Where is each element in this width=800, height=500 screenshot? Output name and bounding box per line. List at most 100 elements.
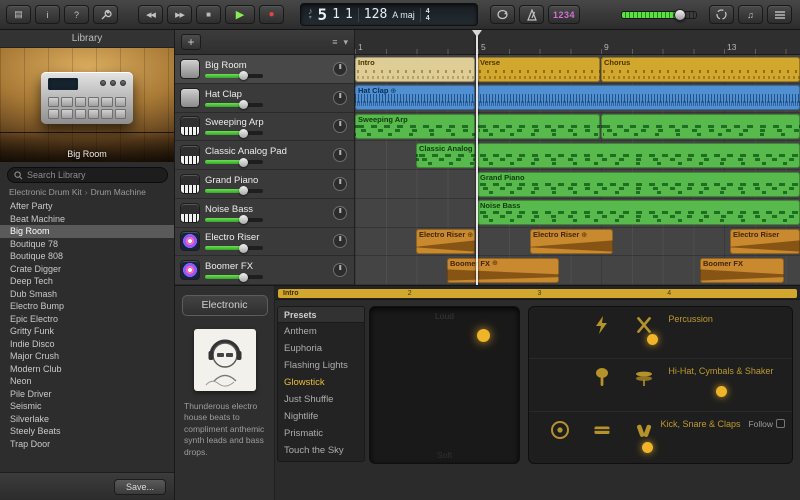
list-item[interactable]: Deep Tech [0, 275, 174, 288]
list-item[interactable]: After Party [0, 200, 174, 213]
rewind-button[interactable]: ◀◀ [138, 5, 163, 24]
midi-region[interactable]: Noise Bass [477, 200, 800, 226]
list-item[interactable]: Dub Smash [0, 288, 174, 301]
track-volume-slider[interactable] [205, 157, 263, 167]
track-header[interactable]: Big Room [175, 55, 354, 84]
list-item[interactable]: Modern Club [0, 363, 174, 376]
list-view-button[interactable] [767, 5, 792, 24]
preset-item[interactable]: Nightlife [278, 408, 364, 425]
audio-region[interactable]: Boomer FX [700, 257, 784, 283]
library-toggle-button[interactable]: ▤ [6, 5, 31, 24]
forward-button[interactable]: ▶▶ [167, 5, 192, 24]
audio-region[interactable]: Electro Riser ⊕ [416, 229, 475, 254]
list-item[interactable]: Gritty Funk [0, 325, 174, 338]
lcd-display[interactable]: ♪ ▾ 5 1 1 128 A maj 4 4 [300, 3, 478, 26]
lcd-time-signature[interactable]: 4 4 [426, 8, 430, 22]
preset-item[interactable]: Euphoria [278, 340, 364, 357]
track-pan-knob[interactable] [333, 205, 347, 220]
stop-button[interactable]: ■ [196, 5, 221, 24]
drummer-region[interactable]: Verse [477, 56, 600, 82]
kick-drum-icon[interactable] [550, 420, 570, 440]
search-field[interactable] [7, 167, 168, 183]
audio-region[interactable]: Electro Riser [730, 229, 800, 254]
list-item[interactable]: Trap Door [0, 438, 174, 451]
track-pan-knob[interactable] [333, 148, 347, 163]
lcd-tempo[interactable]: 128 [364, 7, 387, 22]
slider-thumb[interactable] [238, 157, 248, 167]
loop-browser-button[interactable] [709, 5, 734, 24]
list-item[interactable]: Silverlake [0, 413, 174, 426]
audio-region[interactable]: Boomer FX ⊕ [447, 257, 559, 283]
tools-button[interactable] [93, 5, 118, 24]
audio-region[interactable] [477, 85, 800, 111]
cycle-button[interactable] [490, 5, 515, 24]
track-header[interactable]: Noise Bass [175, 198, 354, 228]
track-volume-slider[interactable] [205, 128, 263, 138]
record-button[interactable]: ● [259, 5, 284, 24]
volume-meter[interactable] [621, 8, 697, 21]
list-item[interactable]: Epic Electro [0, 313, 174, 326]
list-item[interactable]: Boutique 808 [0, 250, 174, 263]
list-item[interactable]: Indie Disco [0, 338, 174, 351]
slider-thumb[interactable] [238, 215, 248, 225]
add-track-button[interactable]: + [181, 34, 201, 50]
track-pan-knob[interactable] [333, 176, 347, 191]
search-input[interactable] [27, 170, 161, 180]
follow-control[interactable]: Follow [748, 419, 785, 429]
list-item[interactable]: Electro Bump [0, 300, 174, 313]
list-item[interactable]: Seismic [0, 400, 174, 413]
snare-drum-icon[interactable] [592, 420, 612, 440]
media-browser-button[interactable]: ♫ [738, 5, 763, 24]
slider-thumb[interactable] [238, 186, 248, 196]
editor-ruler[interactable]: Intro 2 3 4 [275, 286, 800, 300]
lcd-mode-selector[interactable]: ♪ ▾ [308, 6, 313, 22]
lightning-icon[interactable] [592, 315, 612, 335]
track-pan-knob[interactable] [333, 263, 347, 278]
track-pan-knob[interactable] [333, 90, 347, 105]
midi-region[interactable] [601, 114, 800, 139]
track-volume-slider[interactable] [205, 186, 263, 196]
drummer-avatar[interactable] [193, 329, 256, 391]
shaker-icon[interactable] [592, 367, 612, 387]
editor-region-bar[interactable]: Intro 2 3 4 [278, 288, 797, 298]
timeline-ruler[interactable]: 1 5 9 13 [355, 30, 800, 55]
clap-icon[interactable] [634, 420, 654, 440]
preset-item-selected[interactable]: Glowstick [278, 374, 364, 391]
hihat-slider-dot[interactable] [715, 386, 727, 398]
slider-thumb[interactable] [238, 243, 248, 253]
save-button[interactable]: Save... [114, 479, 166, 495]
track-volume-slider[interactable] [205, 100, 263, 110]
quick-help-button[interactable]: ? [64, 5, 89, 24]
list-item[interactable]: Crate Digger [0, 263, 174, 276]
slider-thumb[interactable] [238, 100, 248, 110]
list-item[interactable]: Boutique 78 [0, 238, 174, 251]
list-item[interactable]: Major Crush [0, 350, 174, 363]
list-item[interactable]: Beat Machine [0, 213, 174, 226]
midi-region[interactable]: Classic Analog Pad [416, 142, 475, 168]
preset-item[interactable]: Flashing Lights [278, 357, 364, 374]
breadcrumb-item[interactable]: Electronic Drum Kit [9, 187, 82, 197]
preset-item[interactable]: Anthem [278, 323, 364, 340]
list-item[interactable]: Pile Driver [0, 388, 174, 401]
hihat-icon[interactable] [634, 367, 654, 387]
slider-thumb[interactable] [238, 272, 248, 282]
playhead[interactable] [472, 30, 482, 285]
master-volume[interactable] [621, 8, 697, 21]
drummer-region[interactable]: Chorus [601, 56, 800, 82]
count-in-button[interactable]: 1234 [548, 5, 581, 24]
list-item-selected[interactable]: Big Room [0, 225, 174, 238]
track-volume-slider[interactable] [205, 272, 263, 282]
category-selector[interactable]: Electronic [181, 295, 268, 316]
preset-item[interactable]: Touch the Sky [278, 442, 364, 459]
mixer-icon[interactable]: ≡ [332, 37, 337, 47]
drumsticks-icon[interactable] [634, 315, 654, 335]
breadcrumb-item[interactable]: Drum Machine [91, 187, 146, 197]
breadcrumb[interactable]: Electronic Drum Kit › Drum Machine [9, 187, 146, 197]
midi-region[interactable]: Grand Piano [477, 171, 800, 197]
track-header[interactable]: Boomer FX [175, 256, 354, 285]
play-button[interactable]: ▶ [225, 5, 255, 24]
list-item[interactable]: Steely Beats [0, 425, 174, 438]
track-pan-knob[interactable] [333, 119, 347, 134]
kick-snare-slider-dot[interactable] [642, 441, 654, 453]
info-button[interactable]: i [35, 5, 60, 24]
